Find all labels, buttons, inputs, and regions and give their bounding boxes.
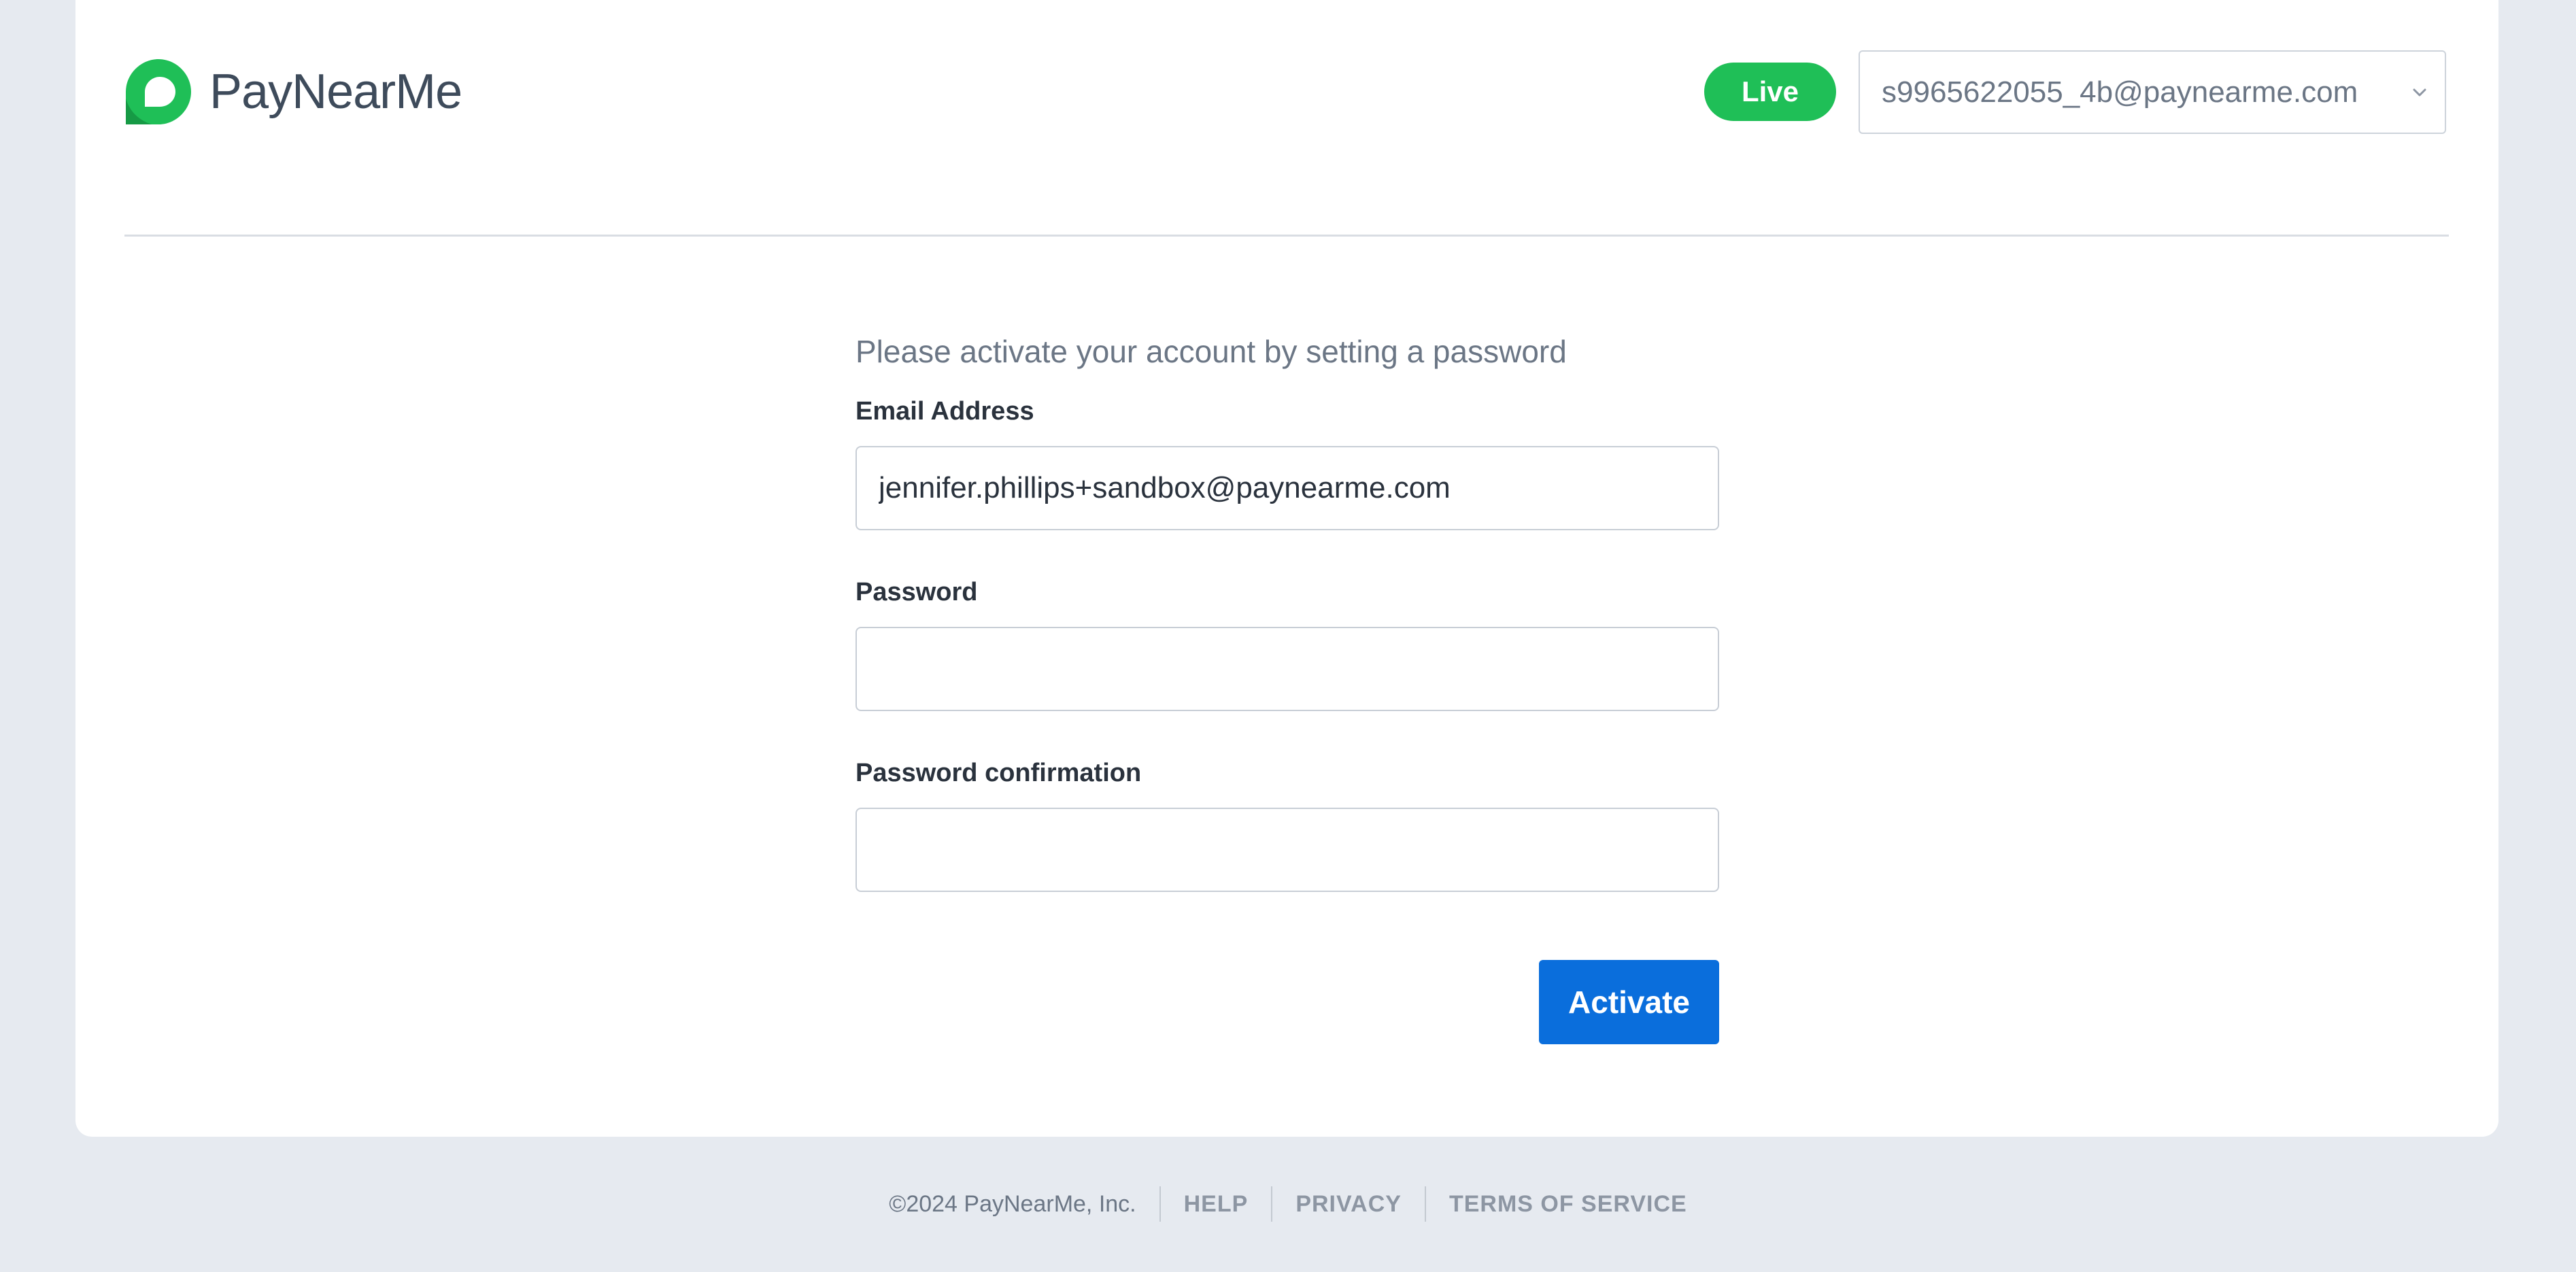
footer-link-terms[interactable]: TERMS OF SERVICE — [1426, 1192, 1710, 1216]
account-selector[interactable]: s9965622055_4b@paynearme.com — [1859, 50, 2446, 134]
password-confirmation-label: Password confirmation — [855, 759, 1142, 787]
header-divider — [124, 235, 2449, 237]
form-heading: Please activate your account by setting … — [855, 334, 1567, 369]
password-label: Password — [855, 578, 978, 606]
password-confirmation-field[interactable] — [855, 808, 1719, 892]
main-card: PayNearMe Live s9965622055_4b@paynearme.… — [75, 0, 2498, 1137]
email-field[interactable] — [855, 446, 1719, 530]
brand-logo[interactable]: PayNearMe — [124, 58, 462, 126]
environment-badge: Live — [1704, 63, 1836, 121]
password-field[interactable] — [855, 627, 1719, 711]
chevron-down-icon — [2413, 88, 2426, 96]
footer-copyright: ©2024 PayNearMe, Inc. — [889, 1191, 1136, 1217]
activate-button[interactable]: Activate — [1539, 960, 1719, 1044]
paynearme-logo-icon — [126, 59, 191, 124]
account-selector-value: s9965622055_4b@paynearme.com — [1882, 75, 2358, 109]
footer: ©2024 PayNearMe, Inc. HELP PRIVACY TERMS… — [0, 1186, 2576, 1222]
email-label: Email Address — [855, 397, 1034, 426]
brand-name: PayNearMe — [209, 65, 462, 119]
footer-link-help[interactable]: HELP — [1161, 1192, 1272, 1216]
footer-link-privacy[interactable]: PRIVACY — [1272, 1192, 1425, 1216]
